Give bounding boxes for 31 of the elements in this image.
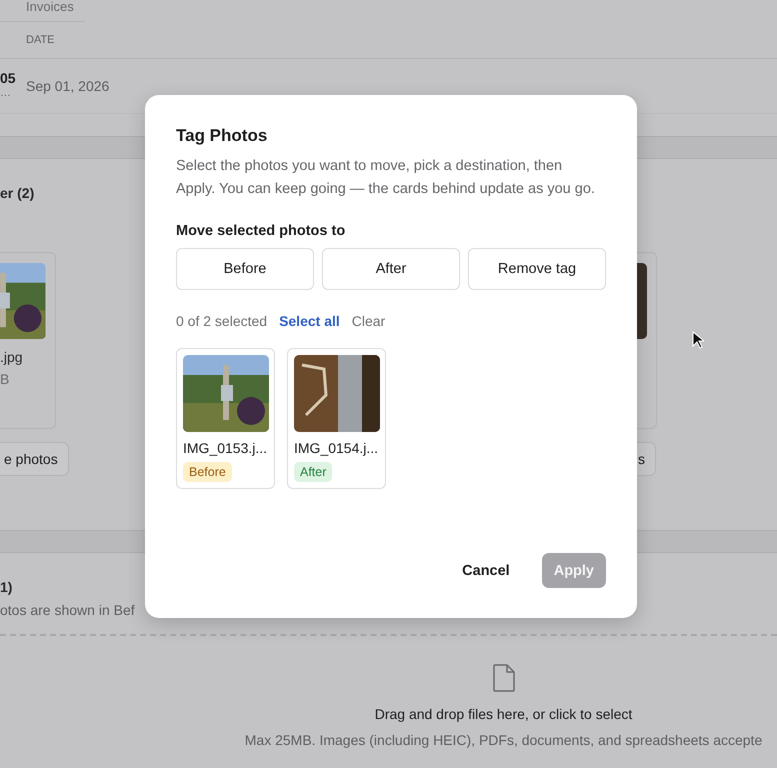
dropzone-hint: Max 25MB. Images (including HEIC), PDFs, documents, and spreadsheets accepte <box>244 732 762 748</box>
dialog-description: Select the photos you want to move, pick a destination, then Apply. You can keep going — the cards behind update as you go. <box>176 157 596 199</box>
section-heading: er (2) <box>0 185 34 202</box>
selection-count: 0 of 2 selected <box>176 313 268 329</box>
file-size: B <box>0 371 10 387</box>
table-cell-text: … <box>0 86 12 101</box>
tag-badge: After <box>294 462 332 482</box>
destination-button[interactable]: Remove tag <box>468 248 606 290</box>
move-label: Move selected photos to <box>176 223 346 239</box>
tag-badge: Before <box>183 462 232 482</box>
section-note: otos are shown in Bef <box>0 602 135 618</box>
section-heading: 1) <box>0 579 12 596</box>
clear-link[interactable]: Clear <box>352 313 386 329</box>
file-name: .jpg <box>0 349 24 365</box>
cancel-button[interactable]: Cancel <box>450 553 522 588</box>
destination-button[interactable]: After <box>322 248 460 290</box>
dropzone[interactable]: Drag and drop files here, or click to select Max 25MB. Images (including HEIC), PDFs, documents, and spreadsheets accepte <box>0 634 777 768</box>
tag-photos-button[interactable]: e photos <box>0 442 69 476</box>
destination-button[interactable]: Before <box>176 248 314 290</box>
photo-card[interactable]: IMG_0154.j... After <box>287 348 386 489</box>
file-icon <box>492 664 514 692</box>
date-cell-text: Sep 01, 2026 <box>26 78 110 94</box>
file-name: IMG_0153.j... <box>183 440 268 456</box>
mouse-cursor-icon <box>692 331 704 349</box>
table-cell-text: 05 <box>0 71 17 86</box>
photo-card[interactable]: IMG_0153.j... Before <box>176 348 275 489</box>
file-name: IMG_0154.j... <box>294 440 378 456</box>
column-header: DATE <box>26 34 55 46</box>
dialog-title: Tag Photos <box>176 125 268 147</box>
select-all-link[interactable]: Select all <box>279 313 340 329</box>
dropzone-title: Drag and drop files here, or click to select <box>374 706 632 722</box>
